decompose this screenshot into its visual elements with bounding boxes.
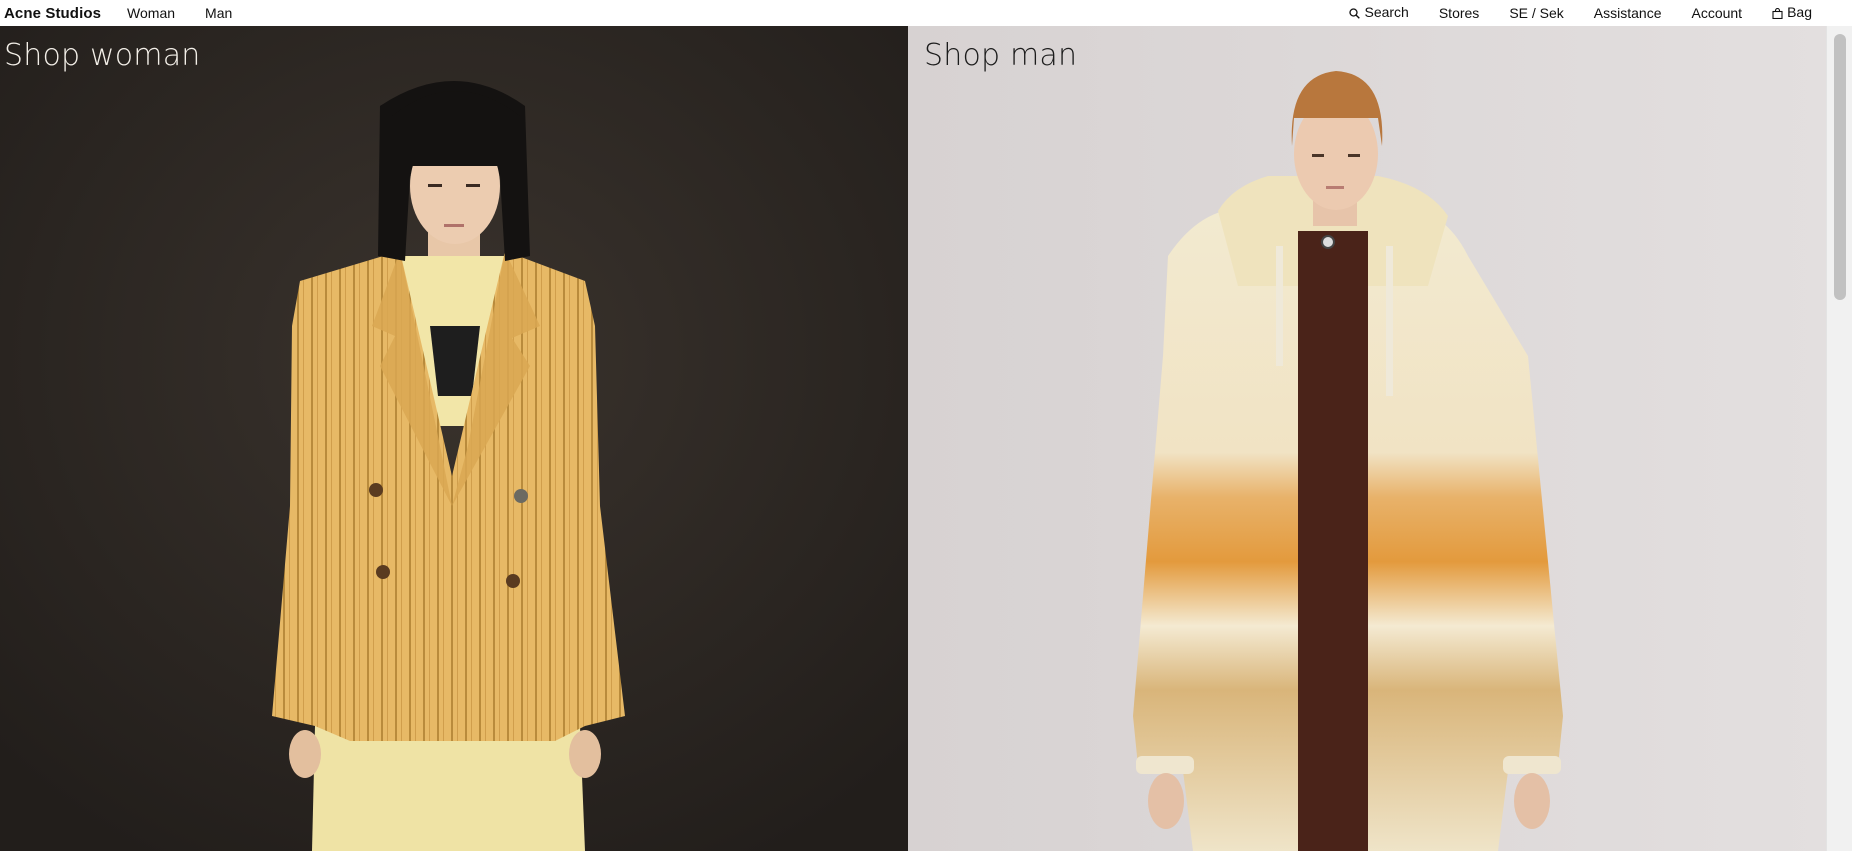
search-label: Search	[1364, 4, 1409, 20]
man-model-image	[908, 26, 1826, 851]
stores-link[interactable]: Stores	[1439, 5, 1479, 21]
search-icon	[1349, 6, 1361, 22]
bag-icon	[1772, 6, 1783, 22]
utility-nav: Search Stores SE / Sek Assistance Accoun…	[1319, 0, 1852, 26]
shop-man-title[interactable]: Shop man	[924, 38, 1077, 73]
assistance-link[interactable]: Assistance	[1594, 5, 1662, 21]
shop-woman-title[interactable]: Shop woman	[4, 38, 201, 73]
top-navigation: Acne Studios Woman Man Search Stores SE …	[0, 0, 1852, 26]
shop-man-panel[interactable]: Shop man	[908, 26, 1826, 851]
bag-button[interactable]: Bag	[1772, 4, 1812, 22]
woman-model-image	[0, 26, 908, 851]
page-scrollbar[interactable]	[1826, 26, 1852, 851]
primary-nav: Acne Studios Woman Man	[0, 0, 262, 26]
scrollbar-thumb[interactable]	[1834, 34, 1846, 300]
shop-woman-panel[interactable]: Shop woman	[0, 26, 908, 851]
bag-label: Bag	[1787, 4, 1812, 20]
brand-logo[interactable]: Acne Studios	[4, 5, 101, 22]
search-button[interactable]: Search	[1349, 4, 1409, 22]
account-link[interactable]: Account	[1691, 5, 1742, 21]
locale-selector[interactable]: SE / Sek	[1509, 5, 1563, 21]
nav-link-man[interactable]: Man	[205, 5, 232, 21]
nav-link-woman[interactable]: Woman	[127, 5, 175, 21]
